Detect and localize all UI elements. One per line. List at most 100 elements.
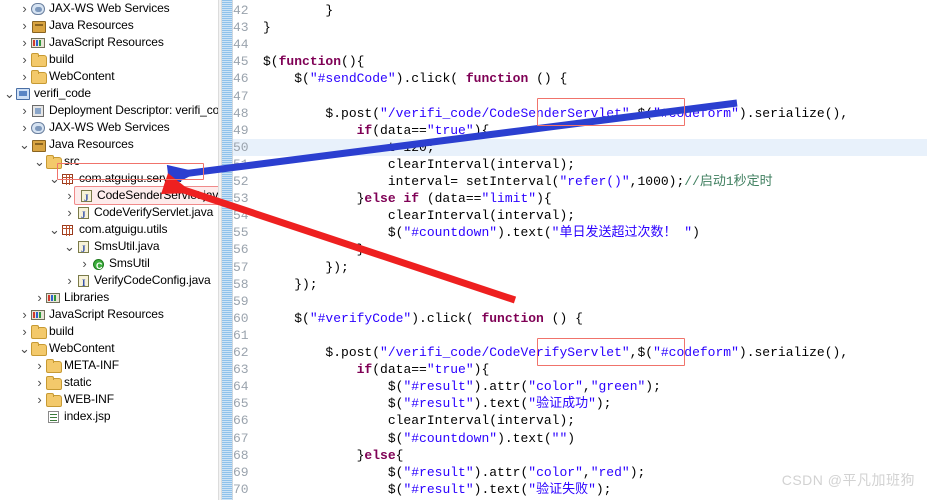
chevron-right-icon[interactable]: › bbox=[79, 255, 90, 272]
code-line-67[interactable]: 67 $("#countdown").text("") bbox=[233, 430, 927, 447]
tree-item-verifycodeconfig-java[interactable]: › VerifyCodeConfig.java bbox=[0, 272, 218, 292]
line-number: 57 bbox=[233, 259, 249, 275]
tree-item-javascript-resources[interactable]: › JavaScript Resources bbox=[0, 34, 218, 51]
code-line-66[interactable]: 66 clearInterval(interval); bbox=[233, 412, 927, 429]
chevron-right-icon[interactable]: › bbox=[34, 357, 45, 374]
chevron-right-icon[interactable]: › bbox=[19, 51, 30, 68]
code-line-63[interactable]: 63 if(data=="true"){ bbox=[233, 361, 927, 378]
chevron-right-icon[interactable]: › bbox=[19, 34, 30, 51]
tree-item-build[interactable]: › build bbox=[0, 323, 218, 340]
code-line-45[interactable]: 45 $(function(){ bbox=[233, 53, 927, 70]
chevron-down-icon[interactable]: ⌄ bbox=[19, 342, 30, 355]
line-text: clearInterval(interval); bbox=[263, 412, 575, 429]
code-token: "true" bbox=[426, 362, 474, 378]
chevron-down-icon[interactable]: ⌄ bbox=[49, 223, 60, 236]
chevron-down-icon[interactable]: ⌄ bbox=[4, 87, 15, 100]
code-line-64[interactable]: 64 $("#result").attr("color","green"); bbox=[233, 378, 927, 395]
code-editor[interactable]: 42 } 43} 44 45 $(function(){46 $("#sendCode"… bbox=[222, 0, 927, 500]
chevron-down-icon[interactable]: ⌄ bbox=[64, 240, 75, 253]
tree-item-webcontent[interactable]: ⌄ WebContent bbox=[0, 340, 218, 357]
code-line-62[interactable]: 62 $.post("/verifi_code/CodeVerifyServle… bbox=[233, 344, 927, 361]
tree-item-label: Deployment Descriptor: verifi_code bbox=[49, 103, 218, 117]
code-text-area[interactable]: 42 } 43} 44 45 $(function(){46 $("#sendCode"… bbox=[233, 0, 927, 500]
code-line-52[interactable]: 52 interval= setInterval("refer()",1000)… bbox=[233, 173, 927, 190]
chevron-right-icon[interactable]: › bbox=[64, 187, 75, 204]
tree-item-webcontent[interactable]: › WebContent bbox=[0, 68, 218, 85]
tree-item-src[interactable]: ⌄ src bbox=[0, 153, 218, 170]
tree-item-java-resources[interactable]: ⌄ Java Resources bbox=[0, 136, 218, 153]
tree-item-jax-ws-web-services[interactable]: › JAX-WS Web Services bbox=[0, 0, 218, 17]
code-line-51[interactable]: 51 clearInterval(interval); bbox=[233, 156, 927, 173]
code-line-54[interactable]: 54 clearInterval(interval); bbox=[233, 207, 927, 224]
chevron-right-icon[interactable]: › bbox=[34, 374, 45, 391]
code-line-43[interactable]: 43} bbox=[233, 19, 927, 36]
tree-item-com-atguigu-servlet[interactable]: ⌄ com.atguigu.servlet bbox=[0, 170, 218, 187]
chevron-right-icon[interactable]: › bbox=[19, 119, 30, 136]
code-token: } bbox=[263, 20, 271, 36]
tree-item-smsutil[interactable]: › SmsUtil bbox=[0, 255, 218, 275]
java-file-icon bbox=[75, 205, 92, 224]
tree-item-com-atguigu-utils[interactable]: ⌄ com.atguigu.utils bbox=[0, 221, 218, 238]
tree-item-content: src bbox=[45, 153, 80, 170]
code-line-68[interactable]: 68 }else{ bbox=[233, 447, 927, 464]
code-line-48[interactable]: 48 $.post("/verifi_code/CodeSenderServle… bbox=[233, 105, 927, 122]
chevron-down-icon[interactable]: ⌄ bbox=[34, 155, 45, 168]
chevron-right-icon[interactable]: › bbox=[19, 102, 30, 119]
chevron-right-icon[interactable]: › bbox=[19, 17, 30, 34]
tree-item-content: CodeVerifyServlet.java bbox=[75, 204, 213, 224]
code-line-70[interactable]: 70 $("#result").text("验证失败"); bbox=[233, 481, 927, 498]
package-root-icon bbox=[30, 137, 47, 152]
code-line-42[interactable]: 42 } bbox=[233, 2, 927, 19]
chevron-down-icon[interactable]: ⌄ bbox=[19, 138, 30, 151]
chevron-right-icon[interactable]: › bbox=[19, 68, 30, 85]
tree-item-codeverifyservlet-java[interactable]: › CodeVerifyServlet.java bbox=[0, 204, 218, 224]
chevron-right-icon[interactable]: › bbox=[64, 204, 75, 221]
tree-item-build[interactable]: › build bbox=[0, 51, 218, 68]
code-line-46[interactable]: 46 $("#sendCode").click( function () { bbox=[233, 70, 927, 87]
code-line-44[interactable]: 44 bbox=[233, 36, 927, 53]
tree-item-codesenderservlet-java[interactable]: › CodeSenderServlet.java bbox=[0, 186, 218, 207]
tree-item-web-inf[interactable]: › WEB-INF bbox=[0, 391, 218, 408]
tree-item-content: static bbox=[45, 374, 92, 391]
folding-ruler[interactable] bbox=[222, 0, 233, 500]
tree-item-libraries[interactable]: › Libraries bbox=[0, 289, 218, 306]
chevron-right-icon[interactable]: › bbox=[34, 391, 45, 408]
tree-item-smsutil-java[interactable]: ⌄ SmsUtil.java bbox=[0, 238, 218, 258]
tree-item-deployment-descriptor-verifi-code[interactable]: › Deployment Descriptor: verifi_code bbox=[0, 102, 218, 119]
tree-item-meta-inf[interactable]: › META-INF bbox=[0, 357, 218, 374]
code-token: if bbox=[356, 122, 373, 138]
code-token: (data== bbox=[372, 362, 427, 378]
code-token: }); bbox=[263, 276, 318, 292]
code-line-55[interactable]: 55 $("#countdown").text("单日发送超过次数！ ") bbox=[233, 224, 927, 241]
java-file-icon bbox=[75, 239, 92, 258]
code-line-61[interactable]: 61 bbox=[233, 327, 927, 344]
tree-item-java-resources[interactable]: › Java Resources bbox=[0, 17, 218, 34]
library-icon bbox=[30, 307, 47, 322]
chevron-down-icon[interactable]: ⌄ bbox=[49, 172, 60, 185]
chevron-right-icon[interactable]: › bbox=[19, 0, 30, 17]
tree-item-static[interactable]: › static bbox=[0, 374, 218, 391]
tree-item-index-jsp[interactable]: index.jsp bbox=[0, 408, 218, 425]
chevron-right-icon[interactable]: › bbox=[19, 306, 30, 323]
package-explorer[interactable]: › JAX-WS Web Services › Java Resources › Java… bbox=[0, 0, 218, 500]
code-line-58[interactable]: 58 }); bbox=[233, 276, 927, 293]
code-line-65[interactable]: 65 $("#result").text("验证成功"); bbox=[233, 395, 927, 412]
code-token: ).click( bbox=[411, 310, 482, 326]
code-token: function bbox=[465, 71, 529, 87]
code-line-50[interactable]: 50 t=120; bbox=[233, 138, 927, 156]
code-line-69[interactable]: 69 $("#result").attr("color","red"); bbox=[233, 464, 927, 481]
code-line-49[interactable]: 49 if(data=="true"){ bbox=[233, 122, 927, 139]
tree-item-jax-ws-web-services[interactable]: › JAX-WS Web Services bbox=[0, 119, 218, 136]
code-line-59[interactable]: 59 bbox=[233, 293, 927, 310]
tree-item-javascript-resources[interactable]: › JavaScript Resources bbox=[0, 306, 218, 323]
code-line-57[interactable]: 57 }); bbox=[233, 259, 927, 276]
chevron-right-icon[interactable]: › bbox=[19, 323, 30, 340]
code-line-60[interactable]: 60 $("#verifyCode").click( function () { bbox=[233, 310, 927, 327]
chevron-right-icon[interactable]: › bbox=[34, 289, 45, 306]
code-line-53[interactable]: 53 }else if (data=="limit"){ bbox=[233, 190, 927, 207]
chevron-right-icon[interactable]: › bbox=[64, 272, 75, 289]
tree-item-verifi-code[interactable]: ⌄ verifi_code bbox=[0, 85, 218, 102]
code-line-47[interactable]: 47 bbox=[233, 88, 927, 105]
line-number: 44 bbox=[233, 37, 249, 53]
code-line-56[interactable]: 56 } bbox=[233, 241, 927, 258]
